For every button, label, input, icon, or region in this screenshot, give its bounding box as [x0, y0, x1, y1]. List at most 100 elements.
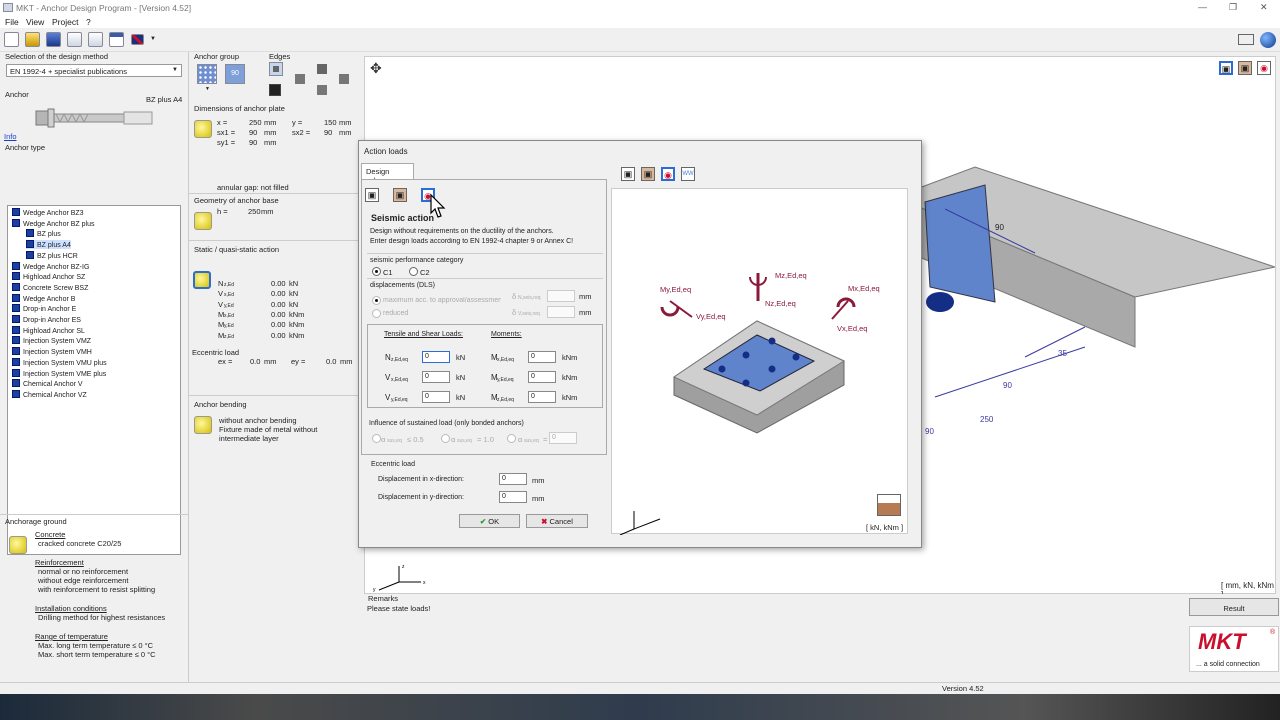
- tree-item[interactable]: Chemical Anchor VZ: [12, 389, 87, 399]
- edge-left-icon[interactable]: [295, 74, 305, 84]
- radio-alpha-3[interactable]: [507, 434, 516, 443]
- load-input[interactable]: 0: [422, 371, 450, 383]
- minimize-button[interactable]: —: [1198, 2, 1207, 12]
- installation-head[interactable]: Installation conditions: [35, 604, 107, 613]
- alpha-2-sub: sus,eq: [457, 438, 472, 444]
- reinforcement-head[interactable]: Reinforcement: [35, 558, 84, 567]
- load-input[interactable]: 0: [422, 351, 450, 363]
- rotate-group-icon[interactable]: 90: [225, 64, 245, 84]
- anchor-type-icon: [12, 282, 20, 291]
- menu-view[interactable]: View: [26, 17, 44, 27]
- eccentric-label: Eccentric load: [192, 348, 240, 357]
- edge-corner-icon[interactable]: [269, 84, 281, 96]
- tree-item[interactable]: Wedge Anchor BZ plus: [12, 218, 94, 228]
- move-icon[interactable]: ✥: [370, 60, 382, 77]
- result-button[interactable]: Result: [1189, 598, 1279, 616]
- menu-help[interactable]: ?: [86, 17, 91, 27]
- ok-button[interactable]: ✔ OK: [459, 514, 520, 528]
- chevron-down-icon[interactable]: ▼: [205, 86, 210, 92]
- print-icon[interactable]: [67, 32, 82, 47]
- seismic-view-icon[interactable]: ▣: [1219, 61, 1233, 75]
- radio-c1[interactable]: [372, 267, 381, 276]
- menu-file[interactable]: File: [5, 17, 19, 27]
- radio-alpha-1[interactable]: [372, 434, 381, 443]
- moment-input[interactable]: 0: [528, 351, 556, 363]
- save-icon[interactable]: [46, 32, 61, 47]
- new-file-icon[interactable]: [4, 32, 19, 47]
- tree-item[interactable]: BZ plus: [26, 229, 61, 238]
- seismic-ground-icon[interactable]: [877, 494, 901, 516]
- edge-bottom-icon[interactable]: [317, 85, 327, 95]
- concrete-head[interactable]: Concrete: [35, 530, 65, 539]
- load-subscript: z,Ed,eq: [391, 357, 408, 363]
- moment-input[interactable]: 0: [528, 371, 556, 383]
- alpha-3-input[interactable]: 0: [549, 432, 577, 444]
- tree-item[interactable]: Wedge Anchor BZ-IG: [12, 261, 89, 271]
- tree-item[interactable]: BZ plus HCR: [26, 250, 78, 260]
- tree-item[interactable]: Highload Anchor SL: [12, 325, 85, 335]
- moment-input[interactable]: 0: [528, 391, 556, 403]
- open-file-icon[interactable]: [25, 32, 40, 47]
- info-link[interactable]: Info: [4, 132, 17, 141]
- mail-icon[interactable]: [1238, 34, 1254, 45]
- window-icon[interactable]: [109, 32, 124, 47]
- fire-load-tab-icon[interactable]: ▣: [393, 188, 407, 202]
- tree-item[interactable]: Injection System VMU plus: [12, 357, 107, 367]
- preview-seismic-icon[interactable]: ◉: [661, 167, 675, 181]
- cancel-button[interactable]: ✖ Cancel: [526, 514, 588, 528]
- globe-icon[interactable]: [1260, 32, 1276, 48]
- fire-view-icon[interactable]: ▣: [1238, 61, 1252, 75]
- svg-text:z: z: [402, 564, 405, 570]
- anchor-bending-icon[interactable]: [194, 416, 212, 434]
- concrete-icon[interactable]: [9, 536, 27, 554]
- language-flag-icon[interactable]: [131, 34, 144, 45]
- anchor-type-tree[interactable]: Wedge Anchor BZ3 Wedge Anchor BZ plus BZ p…: [7, 205, 181, 555]
- anchor-group-icon[interactable]: [197, 64, 217, 84]
- tree-item[interactable]: Drop-in Anchor ES: [12, 315, 81, 324]
- plate-v1: 90: [249, 138, 258, 147]
- close-button[interactable]: ✕: [1260, 2, 1268, 13]
- tree-item[interactable]: Highload Anchor SZ: [12, 272, 85, 281]
- menu-bar: File View Project ?: [0, 16, 1280, 28]
- tree-item[interactable]: BZ plus A4: [26, 240, 71, 250]
- tree-item[interactable]: Injection System VMH: [12, 347, 92, 356]
- disp-y-input[interactable]: 0: [499, 491, 527, 503]
- edge-square-icon[interactable]: [317, 64, 327, 74]
- dvreq-input[interactable]: [547, 306, 575, 318]
- radio-disp-reduced[interactable]: [372, 309, 381, 318]
- design-method-select[interactable]: EN 1992-4 + specialist publications ▼: [6, 64, 182, 77]
- restore-button[interactable]: ❐: [1229, 2, 1237, 13]
- disp-x-input[interactable]: 0: [499, 473, 527, 485]
- tree-item[interactable]: Injection System VME plus: [12, 368, 106, 378]
- ey-key: ey =: [291, 357, 306, 366]
- menu-project[interactable]: Project: [52, 17, 78, 27]
- tree-item[interactable]: Drop-in Anchor E: [12, 304, 76, 313]
- anchor-plate-icon[interactable]: [194, 120, 212, 138]
- anchor-base-icon[interactable]: [194, 212, 212, 230]
- preview-ww-icon[interactable]: WW: [681, 167, 695, 181]
- temperature-head[interactable]: Range of temperature: [35, 632, 108, 641]
- static-load-tab-icon[interactable]: ▣: [365, 188, 379, 202]
- moment-unit: kNm: [562, 353, 578, 362]
- dnreq-input[interactable]: [547, 290, 575, 302]
- chevron-down-icon[interactable]: ▼: [150, 36, 156, 42]
- copy-icon[interactable]: [88, 32, 103, 47]
- edge-right-icon[interactable]: [339, 74, 349, 84]
- radio-alpha-2[interactable]: [441, 434, 450, 443]
- tree-item[interactable]: Wedge Anchor BZ3: [12, 208, 84, 217]
- static-action-icon[interactable]: [193, 271, 211, 289]
- tree-item[interactable]: Chemical Anchor V: [12, 379, 83, 388]
- tree-item[interactable]: Concrete Screw BSZ: [12, 282, 88, 292]
- tree-item[interactable]: Injection System VMZ: [12, 336, 91, 345]
- edge-top-icon[interactable]: [269, 62, 283, 76]
- load-symbol: V: [385, 393, 391, 402]
- load-input[interactable]: 0: [422, 391, 450, 403]
- preview-static-icon[interactable]: ▣: [621, 167, 635, 181]
- tree-item-label: Drop-in Anchor E: [23, 306, 77, 314]
- tree-item[interactable]: Wedge Anchor B: [12, 293, 75, 303]
- preview-fire-icon[interactable]: ▣: [641, 167, 655, 181]
- shear-view-icon[interactable]: ◉: [1257, 61, 1271, 75]
- radio-disp-max[interactable]: [372, 296, 381, 305]
- tab-design-values[interactable]: Design values: [361, 163, 414, 185]
- radio-c2[interactable]: [409, 267, 418, 276]
